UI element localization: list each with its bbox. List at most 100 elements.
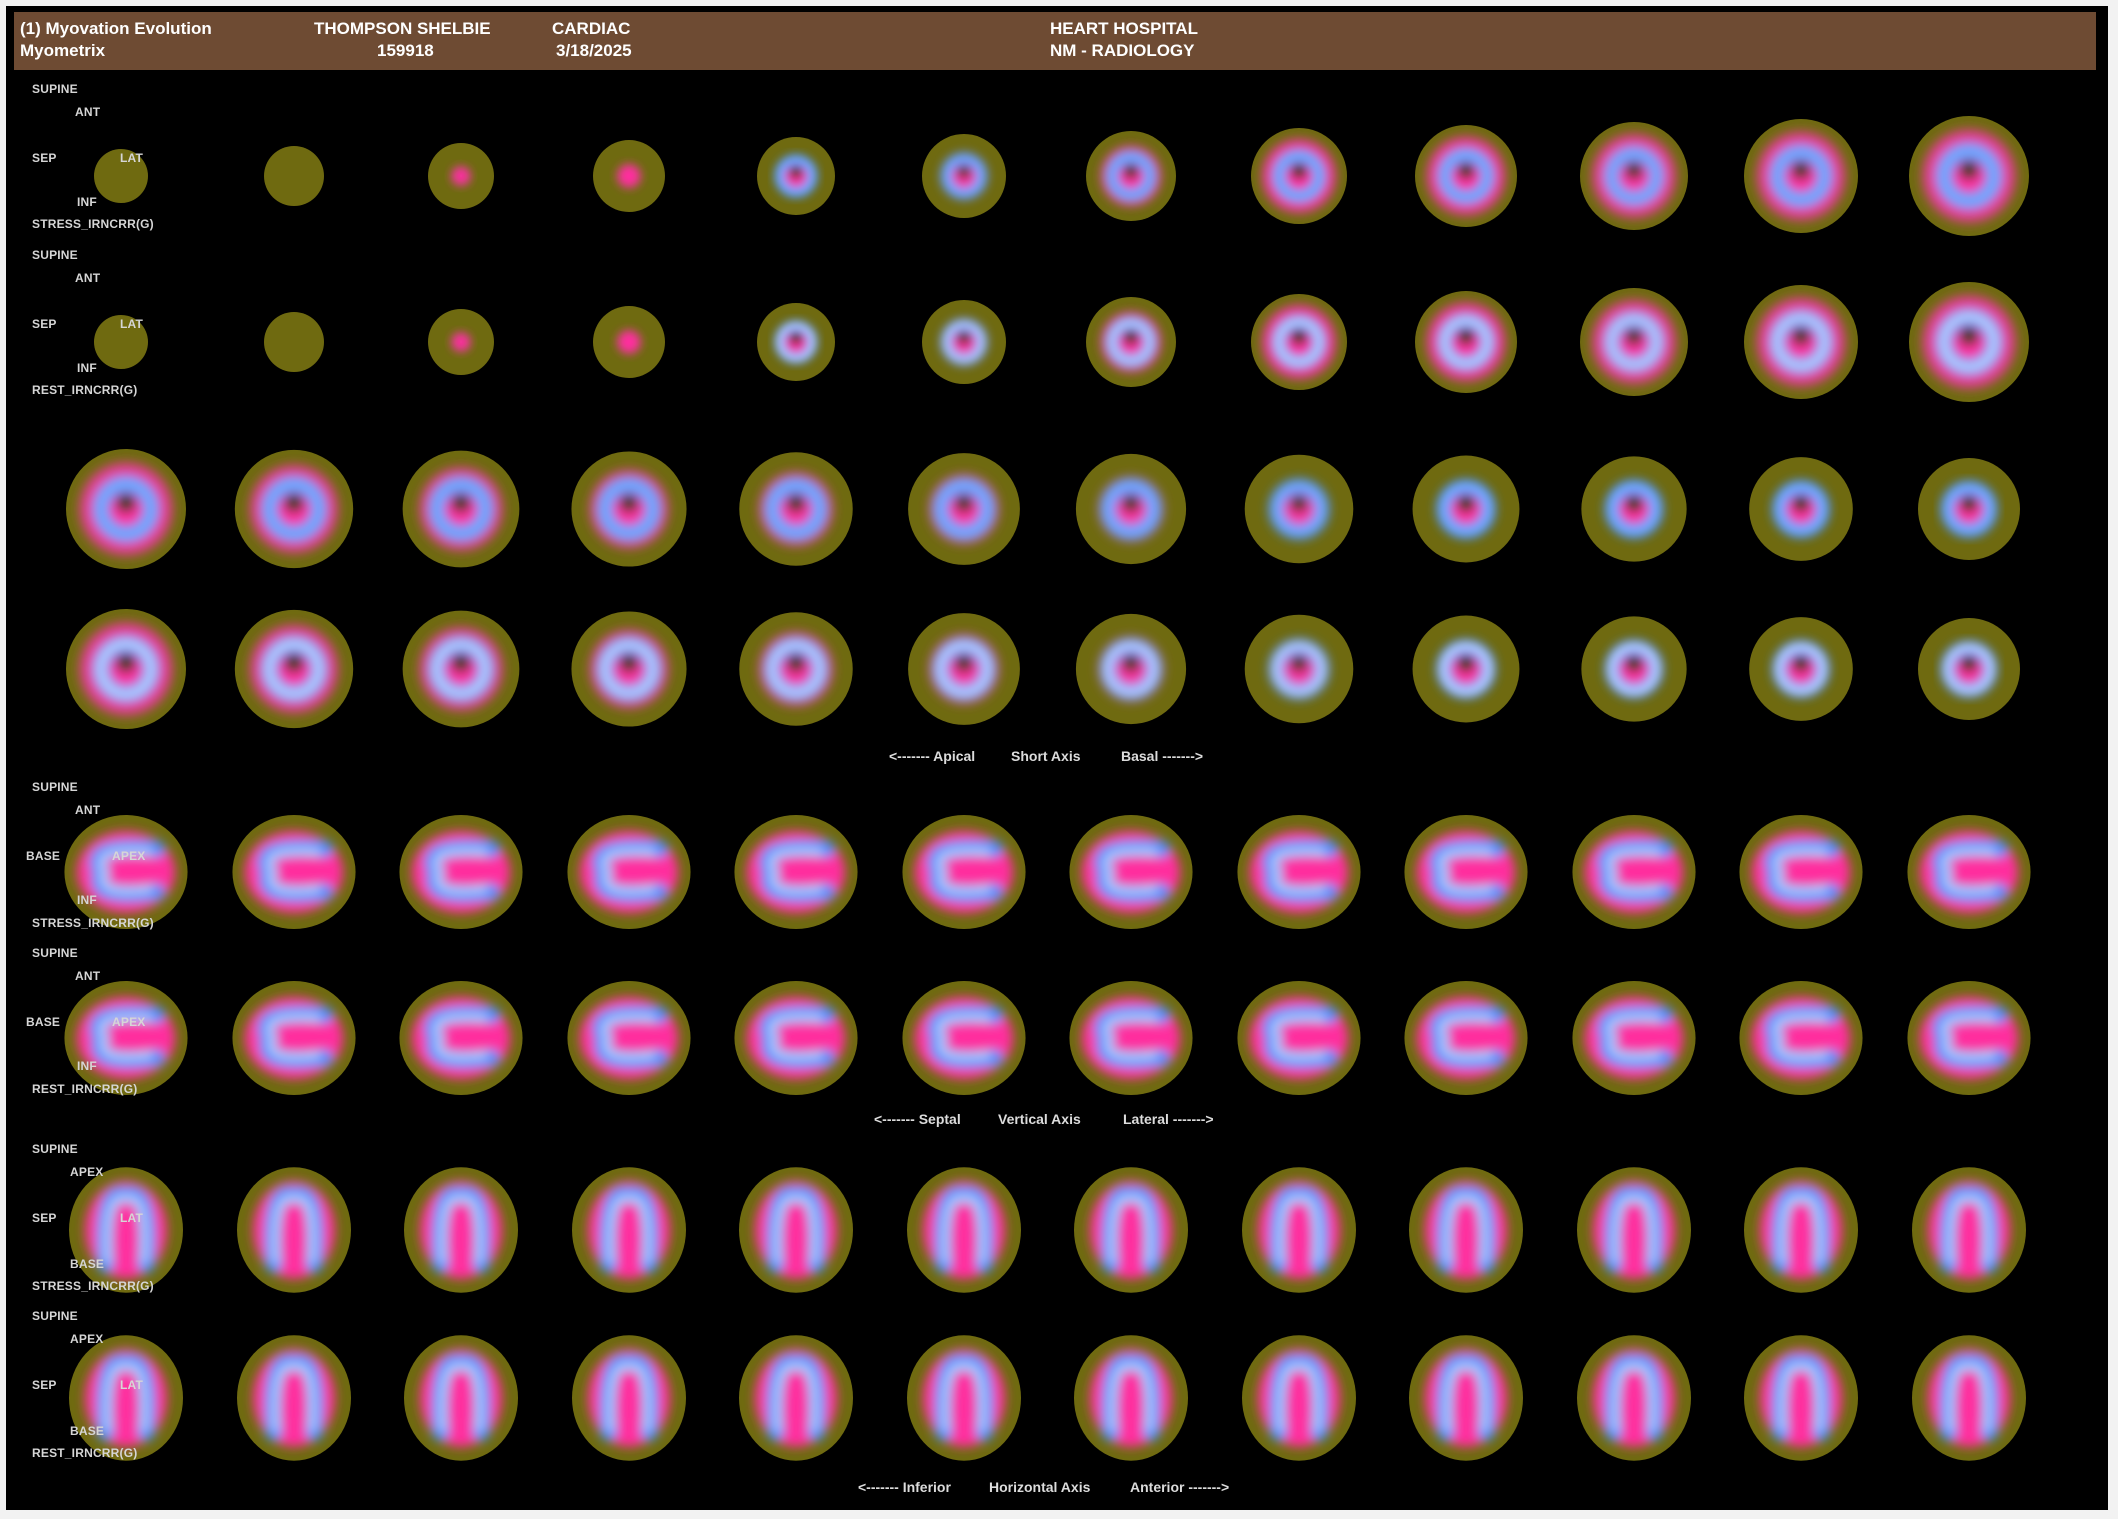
study-type: CARDIAC	[552, 19, 631, 38]
slice-image[interactable]	[51, 434, 201, 584]
image-viewer[interactable]: (1) Myovation Evolution Myometrix THOMPS…	[6, 6, 2108, 1510]
slice-image[interactable]	[1224, 963, 1374, 1113]
slice-image[interactable]	[1224, 1155, 1374, 1305]
slice-image[interactable]	[219, 434, 369, 584]
slice-image[interactable]	[219, 963, 369, 1113]
slice-image[interactable]	[1894, 1155, 2044, 1305]
slice-image[interactable]	[1894, 101, 2044, 251]
slice-image[interactable]	[1726, 434, 1876, 584]
slice-image[interactable]	[219, 101, 369, 251]
slice-image[interactable]	[1559, 1323, 1709, 1473]
slice-image[interactable]	[1894, 594, 2044, 744]
slice-image[interactable]	[554, 963, 704, 1113]
slice-image[interactable]	[554, 101, 704, 251]
app-subtitle: Myometrix	[20, 41, 106, 60]
slice-image[interactable]	[1559, 267, 1709, 417]
slice-image[interactable]	[386, 434, 536, 584]
vertical-axis-title: Vertical Axis	[998, 1111, 1081, 1127]
slice-image[interactable]	[721, 434, 871, 584]
slice-image[interactable]	[1894, 963, 2044, 1113]
slice-image[interactable]	[386, 267, 536, 417]
slice-image[interactable]	[721, 797, 871, 947]
slice-image[interactable]	[1559, 963, 1709, 1113]
orientation-ant-label: ANT	[75, 803, 101, 817]
slice-image[interactable]	[386, 594, 536, 744]
slice-image[interactable]	[1894, 1323, 2044, 1473]
slice-image[interactable]	[1224, 1323, 1374, 1473]
slice-image[interactable]	[219, 267, 369, 417]
slice-image[interactable]	[721, 1155, 871, 1305]
slice-image[interactable]	[1726, 797, 1876, 947]
short-axis-basal-caption: Basal ------->	[1121, 748, 1204, 764]
slice-image[interactable]	[219, 797, 369, 947]
slice-image[interactable]	[1056, 267, 1206, 417]
slice-image[interactable]	[554, 594, 704, 744]
slice-image[interactable]	[554, 1323, 704, 1473]
slice-image[interactable]	[889, 101, 1039, 251]
slice-image[interactable]	[219, 1323, 369, 1473]
slice-image[interactable]	[1056, 101, 1206, 251]
slice-image[interactable]	[1894, 797, 2044, 947]
slice-image[interactable]	[1056, 594, 1206, 744]
department-name: NM - RADIOLOGY	[1050, 41, 1195, 60]
slice-image[interactable]	[386, 101, 536, 251]
slice-image[interactable]	[889, 1323, 1039, 1473]
slice-image[interactable]	[1391, 267, 1541, 417]
slice-image[interactable]	[1894, 434, 2044, 584]
slice-image[interactable]	[1391, 797, 1541, 947]
slice-image[interactable]	[1056, 434, 1206, 584]
slice-image[interactable]	[1559, 594, 1709, 744]
slice-image[interactable]	[1559, 434, 1709, 584]
slice-image[interactable]	[554, 797, 704, 947]
slice-image[interactable]	[889, 1155, 1039, 1305]
slice-image[interactable]	[1726, 1155, 1876, 1305]
slice-image[interactable]	[721, 963, 871, 1113]
slice-image[interactable]	[386, 963, 536, 1113]
slice-image[interactable]	[1391, 963, 1541, 1113]
slice-image[interactable]	[51, 594, 201, 744]
slice-image[interactable]	[386, 1155, 536, 1305]
slice-image[interactable]	[1726, 101, 1876, 251]
slice-image[interactable]	[1224, 434, 1374, 584]
slice-image[interactable]	[1391, 594, 1541, 744]
slice-image[interactable]	[1224, 267, 1374, 417]
slice-image[interactable]	[1559, 1155, 1709, 1305]
slice-image[interactable]	[1224, 594, 1374, 744]
horizontal-axis-anterior-caption: Anterior ------->	[1130, 1479, 1230, 1495]
slice-image[interactable]	[1559, 797, 1709, 947]
slice-image[interactable]	[1391, 434, 1541, 584]
slice-image[interactable]	[1056, 963, 1206, 1113]
slice-image[interactable]	[889, 797, 1039, 947]
horizontal-axis-inferior-caption: <------- Inferior	[858, 1479, 951, 1495]
slice-image[interactable]	[554, 434, 704, 584]
slice-image[interactable]	[1391, 1155, 1541, 1305]
study-header-bar: (1) Myovation Evolution Myometrix THOMPS…	[14, 12, 2096, 70]
slice-image[interactable]	[386, 1323, 536, 1473]
slice-image[interactable]	[1726, 1323, 1876, 1473]
slice-image[interactable]	[386, 797, 536, 947]
slice-image[interactable]	[1391, 1323, 1541, 1473]
slice-image[interactable]	[1726, 594, 1876, 744]
slice-image[interactable]	[219, 1155, 369, 1305]
slice-image[interactable]	[1224, 797, 1374, 947]
slice-image[interactable]	[889, 434, 1039, 584]
slice-image[interactable]	[889, 963, 1039, 1113]
slice-image[interactable]	[219, 594, 369, 744]
slice-image[interactable]	[721, 594, 871, 744]
slice-image[interactable]	[1056, 797, 1206, 947]
slice-image[interactable]	[1726, 267, 1876, 417]
slice-image[interactable]	[554, 267, 704, 417]
slice-image[interactable]	[889, 594, 1039, 744]
slice-image[interactable]	[1726, 963, 1876, 1113]
slice-image[interactable]	[721, 267, 871, 417]
slice-image[interactable]	[721, 1323, 871, 1473]
slice-image[interactable]	[889, 267, 1039, 417]
slice-image[interactable]	[721, 101, 871, 251]
slice-image[interactable]	[554, 1155, 704, 1305]
slice-image[interactable]	[1559, 101, 1709, 251]
slice-image[interactable]	[1391, 101, 1541, 251]
slice-image[interactable]	[1056, 1155, 1206, 1305]
slice-image[interactable]	[1224, 101, 1374, 251]
slice-image[interactable]	[1056, 1323, 1206, 1473]
slice-image[interactable]	[1894, 267, 2044, 417]
